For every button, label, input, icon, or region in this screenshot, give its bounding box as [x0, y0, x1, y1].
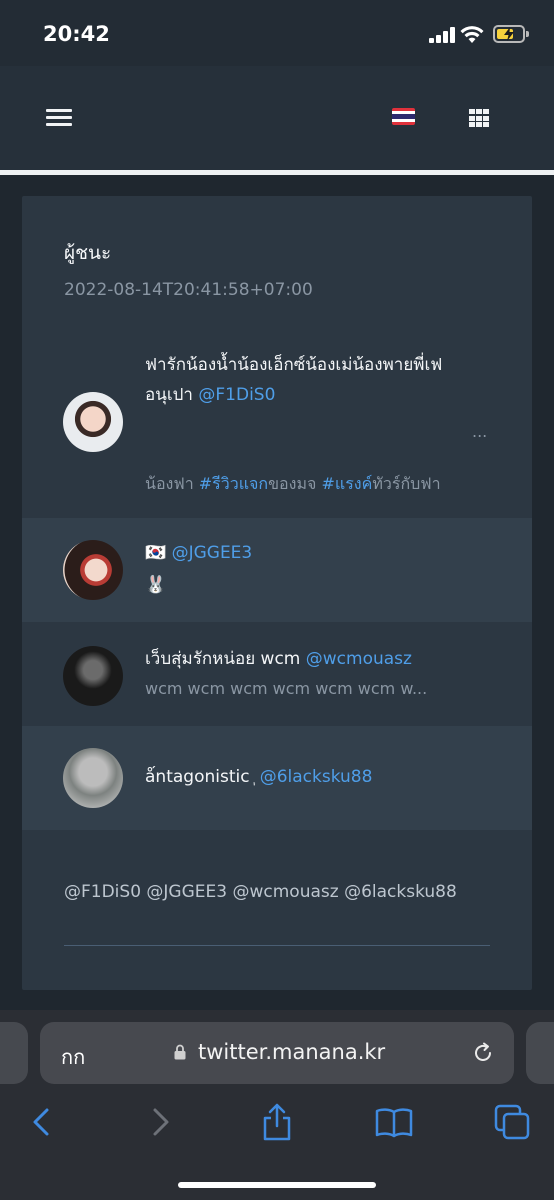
timestamp: 2022-08-14T20:41:58+07:00: [64, 280, 313, 300]
bookmarks-icon[interactable]: [374, 1102, 414, 1142]
winner-handles-list: @F1DiS0 @JGGEE3 @wcmouasz @6lacksku88: [64, 882, 457, 902]
hamburger-icon[interactable]: [46, 109, 72, 127]
user-name-continued[interactable]: อนุเปา @F1DiS0: [145, 380, 275, 410]
user-name[interactable]: 🇰🇷 @JGGEE3: [145, 538, 252, 568]
app-header: [0, 66, 554, 170]
avatar[interactable]: [63, 540, 123, 600]
thailand-flag-icon[interactable]: [392, 108, 415, 125]
back-icon[interactable]: [22, 1102, 62, 1142]
user-bio: wcm wcm wcm wcm wcm wcm w...: [145, 679, 428, 698]
avatar[interactable]: [63, 748, 123, 808]
browser-toolbar: กก twitter.manana.kr: [0, 1010, 554, 1200]
forward-icon[interactable]: [140, 1102, 180, 1142]
battery-icon: [493, 25, 529, 43]
page-settings-button[interactable]: กก: [61, 1041, 85, 1073]
address-bar[interactable]: กก twitter.manana.kr: [40, 1022, 514, 1084]
tabs-icon[interactable]: [492, 1102, 532, 1142]
avatar[interactable]: [63, 646, 123, 706]
user-name[interactable]: ǻntagonistic ᷂ @6lacksku88: [145, 762, 372, 792]
footer-divider: [64, 945, 490, 946]
home-indicator[interactable]: [178, 1182, 376, 1188]
hashtag-link[interactable]: #รีวิวแจก: [199, 474, 268, 493]
user-row-f1dis0[interactable]: ฟารักน้องน้ำน้องเอ็กซ์น้องเม่น้องพายพี่เ…: [22, 326, 532, 518]
clock: 20:42: [43, 22, 110, 46]
user-row-wcmouasz[interactable]: เว็บสุ่มรักหน่อย wcm @wcmouasz wcm wcm w…: [22, 622, 532, 726]
user-handle: @wcmouasz: [305, 649, 412, 669]
cellular-signal-icon: [429, 27, 455, 43]
status-bar: 20:42: [0, 0, 554, 66]
user-row-6lacksku88[interactable]: ǻntagonistic ᷂ @6lacksku88: [22, 726, 532, 830]
user-row-jggee3[interactable]: 🇰🇷 @JGGEE3 🐰: [22, 518, 532, 622]
next-tab-pill[interactable]: [526, 1022, 554, 1084]
url-text[interactable]: twitter.manana.kr: [198, 1040, 385, 1064]
avatar[interactable]: [63, 392, 123, 452]
user-name[interactable]: ฟารักน้องน้ำน้องเอ็กซ์น้องเม่น้องพายพี่เ…: [145, 350, 442, 380]
user-handle: @JGGEE3: [171, 543, 253, 563]
grid-icon[interactable]: [469, 109, 489, 128]
user-handle: @6lacksku88: [259, 767, 373, 787]
ellipsis: ...: [472, 422, 488, 441]
winners-card: ผู้ชนะ 2022-08-14T20:41:58+07:00 ฟารักน้…: [22, 196, 532, 990]
header-divider: [0, 170, 554, 175]
wifi-icon: [460, 26, 484, 43]
reload-icon[interactable]: [471, 1041, 495, 1065]
share-icon[interactable]: [257, 1102, 297, 1142]
user-name[interactable]: เว็บสุ่มรักหน่อย wcm @wcmouasz: [145, 644, 412, 674]
previous-tab-pill[interactable]: [0, 1022, 28, 1084]
user-bio: น้องฟา #รีวิวแจกของมจ #แรงค์ทัวร์กับฟา: [145, 474, 441, 493]
card-title: ผู้ชนะ: [64, 242, 112, 264]
user-handle: @F1DiS0: [198, 385, 276, 405]
user-bio: 🐰: [145, 575, 167, 595]
hashtag-link[interactable]: #แรงค์: [321, 474, 372, 493]
lock-icon: [174, 1044, 186, 1060]
